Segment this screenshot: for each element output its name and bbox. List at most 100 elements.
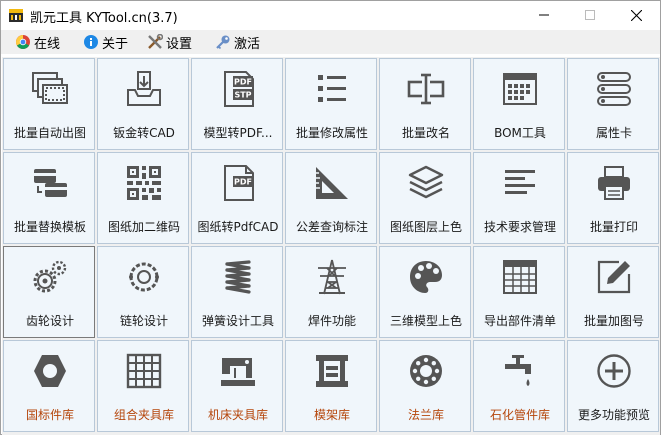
tool-spring-design[interactable]: 弹簧设计工具 — [191, 246, 283, 338]
tool-label: 三维模型上色 — [389, 314, 462, 328]
tools-icon — [148, 34, 163, 49]
tool-label: 批量加图号 — [583, 314, 644, 328]
tool-standard-parts[interactable]: 国标件库 — [3, 340, 95, 432]
flange-icon — [410, 355, 442, 387]
list-icon — [318, 75, 346, 102]
tool-label: 图纸图层上色 — [389, 220, 462, 234]
menu-settings-label: 设置 — [166, 36, 193, 52]
menu-about-label: 关于 — [102, 36, 129, 52]
tool-label: 国标件库 — [25, 408, 74, 422]
info-icon — [84, 35, 98, 49]
tool-sheet-metal-cad[interactable]: 钣金转CAD — [97, 58, 189, 150]
tool-3d-color[interactable]: 三维模型上色 — [379, 246, 471, 338]
svg-text:STP: STP — [234, 91, 251, 100]
tool-flange[interactable]: 法兰库 — [379, 340, 471, 432]
tool-mold-base[interactable]: 模架库 — [285, 340, 377, 432]
edit-icon — [597, 260, 631, 294]
tool-qr-code[interactable]: 图纸加二维码 — [97, 152, 189, 244]
tool-batch-template[interactable]: 批量替换模板 — [3, 152, 95, 244]
tool-label: 导出部件清单 — [483, 314, 556, 328]
tool-batch-rename[interactable]: 批量改名 — [379, 58, 471, 150]
maximize-button[interactable] — [567, 1, 613, 29]
tool-export-parts[interactable]: 导出部件清单 — [473, 246, 565, 338]
tool-tolerance[interactable]: 公差查询标注 — [285, 152, 377, 244]
tool-label: 图纸加二维码 — [107, 220, 180, 234]
faucet-icon — [505, 355, 531, 386]
menu-settings[interactable]: 设置 — [147, 30, 192, 54]
tool-label: 组合夹具库 — [113, 408, 174, 422]
key-icon — [216, 35, 230, 50]
tool-label: 批量自动出图 — [13, 126, 86, 140]
menu-about[interactable]: 关于 — [83, 30, 128, 54]
tool-machine-fixtures[interactable]: 机床夹具库 — [191, 340, 283, 432]
maximize-icon — [585, 10, 595, 20]
tool-batch-attributes[interactable]: 批量修改属性 — [285, 58, 377, 150]
title-bar[interactable]: 凯元工具 KYTool.cn(3.7) — [1, 1, 660, 29]
cards-replace-icon — [34, 169, 67, 197]
close-button[interactable] — [613, 1, 659, 29]
tool-bom[interactable]: BOM工具 — [473, 58, 565, 150]
layers-icon — [408, 165, 444, 199]
tool-sprocket-design[interactable]: 链轮设计 — [97, 246, 189, 338]
window-title: 凯元工具 KYTool.cn(3.7) — [30, 11, 178, 26]
rename-icon — [407, 73, 445, 105]
close-icon — [630, 9, 642, 21]
tool-label: 批量改名 — [401, 126, 450, 140]
tool-label: 石化管件库 — [489, 408, 550, 422]
tool-drawing-to-pdf[interactable]: PDF 图纸转PdfCAD — [191, 152, 283, 244]
tool-label: 属性卡 — [595, 126, 632, 140]
grid-block-icon — [126, 353, 162, 389]
app-logo-icon — [9, 9, 23, 22]
tool-weldment[interactable]: 焊件功能 — [285, 246, 377, 338]
tool-label: 图纸转PdfCAD — [197, 220, 279, 234]
spring-icon — [225, 260, 251, 294]
property-list-icon — [597, 72, 631, 106]
tool-label: 链轮设计 — [119, 314, 168, 328]
tool-label: 公差查询标注 — [295, 220, 368, 234]
svg-text:PDF: PDF — [234, 178, 252, 187]
set-square-icon — [316, 167, 348, 199]
sheet-metal-icon — [127, 71, 161, 106]
tool-more-features[interactable]: 更多功能预览 — [567, 340, 659, 432]
tool-label: 技术要求管理 — [483, 220, 556, 234]
app-window: 凯元工具 KYTool.cn(3.7) 在线 关于 设置 激活 批量自动出图 钣… — [0, 0, 661, 435]
tool-tech-requirements[interactable]: 技术要求管理 — [473, 152, 565, 244]
minimize-icon — [539, 14, 549, 16]
tool-modular-fixtures[interactable]: 组合夹具库 — [97, 340, 189, 432]
tool-label: 模架库 — [313, 408, 350, 422]
tool-label: 机床夹具库 — [207, 408, 268, 422]
printer-icon — [598, 166, 630, 200]
pdf-file-icon: PDF — [224, 165, 254, 201]
tool-gear-design[interactable]: 齿轮设计 — [3, 246, 95, 338]
menu-activate[interactable]: 激活 — [215, 30, 260, 54]
tool-label: 钣金转CAD — [113, 126, 175, 140]
gears-icon — [33, 260, 67, 293]
tool-pipe-fittings[interactable]: 石化管件库 — [473, 340, 565, 432]
tool-layer-color[interactable]: 图纸图层上色 — [379, 152, 471, 244]
menu-bar: 在线 关于 设置 激活 — [1, 30, 660, 54]
pdf-stp-icon: PDF STP — [224, 71, 254, 107]
minimize-button[interactable] — [521, 1, 567, 29]
tool-model-to-pdf[interactable]: PDF STP 模型转PDF... — [191, 58, 283, 150]
tool-label: 批量打印 — [589, 220, 638, 234]
tool-label: 批量修改属性 — [295, 126, 368, 140]
tool-batch-drawing[interactable]: 批量自动出图 — [3, 58, 95, 150]
tool-label: BOM工具 — [494, 126, 546, 140]
mold-frame-icon — [316, 355, 348, 387]
menu-activate-label: 激活 — [234, 36, 261, 52]
tool-batch-print[interactable]: 批量打印 — [567, 152, 659, 244]
text-align-icon — [505, 170, 535, 194]
tool-label: 齿轮设计 — [25, 314, 74, 328]
tower-icon — [318, 259, 346, 295]
hex-nut-icon — [34, 355, 66, 387]
tool-label: 批量替换模板 — [13, 220, 86, 234]
tool-label: 焊件功能 — [307, 314, 356, 328]
tool-label: 模型转PDF... — [203, 126, 273, 140]
spreadsheet-icon — [503, 260, 537, 294]
chrome-icon — [16, 35, 30, 49]
calendar-table-icon — [503, 73, 537, 105]
tool-property-card[interactable]: 属性卡 — [567, 58, 659, 150]
tool-label: 法兰库 — [407, 408, 444, 422]
menu-online[interactable]: 在线 — [15, 30, 60, 54]
tool-batch-drawing-number[interactable]: 批量加图号 — [567, 246, 659, 338]
